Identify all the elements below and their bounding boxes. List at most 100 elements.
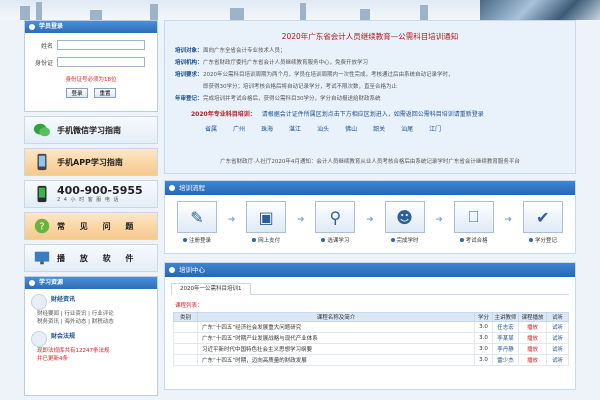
course-name[interactable]: 广东“十四五”时期产业发展战略与现代产业体系 [197,332,475,344]
faq-tile[interactable]: ? 常 见 问 题 [24,212,158,240]
header-bullet-icon [169,185,175,191]
regulations-updated: 并已更新4条 [37,356,68,362]
name-row: 姓名 [33,40,157,50]
trial-link[interactable]: 试听 [552,325,563,331]
resources-panel: 学习资源 财经资讯 财经要闻 | 行业资讯 | 行业评论 税务资讯 | 海外动态… [24,276,158,396]
training-center-title: 培训中心 [179,266,205,274]
col-play: 课程播放 [518,312,547,322]
name-input[interactable] [57,40,145,50]
regulations-count: 现即法规库共有12247条法规 [37,348,110,354]
course-name[interactable]: 广东“十四五”时期，迈向高质量的财政发展 [197,354,475,366]
trial-link[interactable]: 试听 [552,347,563,353]
city-link[interactable]: 省属 [205,124,217,133]
city-link[interactable]: 汕尾 [401,124,413,133]
city-link[interactable]: 江门 [429,124,441,133]
notice-value: 即获得30学分；培训考核合格后将自动记录学分，考试不限次数，直至合格为止 [203,84,398,90]
city-link[interactable]: 广州 [233,124,245,133]
svg-text:?: ? [39,222,44,233]
play-link[interactable]: 播放 [527,347,538,353]
play-link[interactable]: 播放 [527,336,538,342]
credit-cell: 3.0 [474,343,493,355]
resources-header: 学习资源 [25,277,157,289]
credit-cell: 3.0 [474,321,493,333]
top-banner [0,0,600,20]
monitor-icon [34,251,50,265]
play-link[interactable]: 播放 [527,358,538,364]
course-name[interactable]: 广东“十四五”经济社会发展重大问题研究 [197,321,475,333]
notice-key [175,82,203,90]
city-link[interactable]: 湛江 [289,124,301,133]
teacher-link[interactable]: 任志宏 [497,325,514,331]
course-name[interactable]: 习近平新时代中国特色社会主义思想学习纲要 [197,343,475,355]
training-notice: 2020年广东省会计人员继续教育—公需科目培训通知 培训对象： 面向广东全省会计专… [164,20,576,174]
category-cell [173,354,198,366]
step-complete-hours[interactable]: ☻ 完成学时 [383,201,427,244]
header-bullet-icon [29,24,35,30]
step-course-select[interactable]: ⚲ 选课学习 [313,201,357,244]
notice-value: 完成培训并考试合格后，获得公需科目30学分，学分自动报送给财政系统 [203,96,381,102]
step-payment[interactable]: ▣ 网上支付 [244,201,288,244]
skyline-building [36,2,42,20]
play-cell: 播放 [518,354,547,366]
login-button[interactable]: 登录 [66,88,89,98]
teacher-link[interactable]: 雷少杰 [497,358,514,364]
training-center-panel: 培训中心 2020年一公需科目培训1 课程列表： 类别 课程名称及简介 学分 主… [164,262,576,390]
wechat-guide-tile[interactable]: 手机微信学习指南 [24,116,158,144]
course-table: 类别 课程名称及简介 学分 主讲教师 课程播放 试听 广东“十四五”经济社会发展… [173,312,569,366]
specialty-alert: 2020年专业科目培训： 请根据会计证件所属区划点击下方相应区划进入，如需返回公需… [191,109,565,118]
city-link[interactable]: 佛山 [345,124,357,133]
city-link[interactable]: 珠海 [261,124,273,133]
city-link[interactable]: 韶关 [373,124,385,133]
table-header-row: 类别 课程名称及简介 学分 主讲教师 课程播放 试听 [173,312,569,322]
city-link[interactable]: 汕头 [317,124,329,133]
notice-key: 培训要求： [175,72,203,78]
course-tabs: 2020年一公需科目培训1 [171,283,569,295]
app-guide-tile[interactable]: 手机APP学习指南 [24,148,158,176]
mobile-phone-icon [37,153,47,171]
step-label: 学分登记 [521,236,565,244]
teacher-cell: 李某某 [492,332,519,344]
regulations-title[interactable]: 财会法规 [51,331,75,347]
teacher-link[interactable]: 李丹静 [497,347,514,353]
badge-icon: ✔ [522,201,563,233]
player-label: 播 放 软 件 [57,253,140,263]
trial-link[interactable]: 试听 [552,336,563,342]
finance-news-links-2[interactable]: 税务资讯 | 海外动态 | 财税动态 [37,318,157,326]
skyline-building [420,5,428,20]
finance-news-links-1[interactable]: 财经要闻 | 行业资讯 | 行业评论 [37,310,157,318]
teacher-cell: 任志宏 [492,321,519,333]
player-tile[interactable]: 播 放 软 件 [24,244,158,272]
flow-steps: ✎ 注册登录 ➜ ▣ 网上支付 ➜ ⚲ 选课学习 ➜ ☻ 完成学时 ➜ ⎕ 考试合格 ➜ … [165,195,575,244]
step-register[interactable]: ✎ 注册登录 [175,201,219,244]
city-links: 省属 广州 珠海 湛江 汕头 佛山 韶关 汕尾 江门 [205,124,565,133]
magnifier-icon: ⚲ [315,201,356,233]
trial-link[interactable]: 试听 [552,358,563,364]
table-row: 习近平新时代中国特色社会主义思想学习纲要 3.0 李丹静 播放 试听 [173,343,569,355]
credit-cell: 3.0 [474,332,493,344]
skyline-building [150,4,158,20]
play-link[interactable]: 播放 [527,325,538,331]
resources-title: 学习资源 [39,279,64,286]
step-credit-register[interactable]: ✔ 学分登记 [521,201,565,244]
teacher-link[interactable]: 李某某 [497,336,514,342]
step-label: 选课学习 [313,236,357,244]
reset-button[interactable]: 重置 [93,88,116,98]
finance-news-title[interactable]: 财经资讯 [51,294,75,303]
col-teacher: 主讲教师 [492,312,519,322]
tab-2020-public[interactable]: 2020年一公需科目培训1 [171,283,251,295]
id-input[interactable] [57,57,145,67]
computer-icon: ⎕ [453,201,494,233]
header-bullet-icon [29,280,35,286]
finance-news-item: 财经资讯 [31,294,157,310]
login-panel-header: 学员登录 [25,21,157,33]
notice-value: 面向广东全省会计专业技术人员； [203,48,286,54]
left-sidebar: 学员登录 姓名 身份证 身份证号必须为18位 登录 重置 手机微信学习指南 手机… [24,20,158,400]
regulation-icon [31,331,47,347]
flow-arrow-icon: ➜ [227,215,236,225]
trial-cell: 试听 [546,343,569,355]
step-exam[interactable]: ⎕ 考试合格 [452,201,496,244]
teacher-cell: 李丹静 [492,343,519,355]
notice-title: 2020年广东省会计人员继续教育—公需科目培训通知 [281,32,459,41]
finance-news-text: 财经资讯 [51,294,75,310]
wechat-icon [33,123,51,137]
